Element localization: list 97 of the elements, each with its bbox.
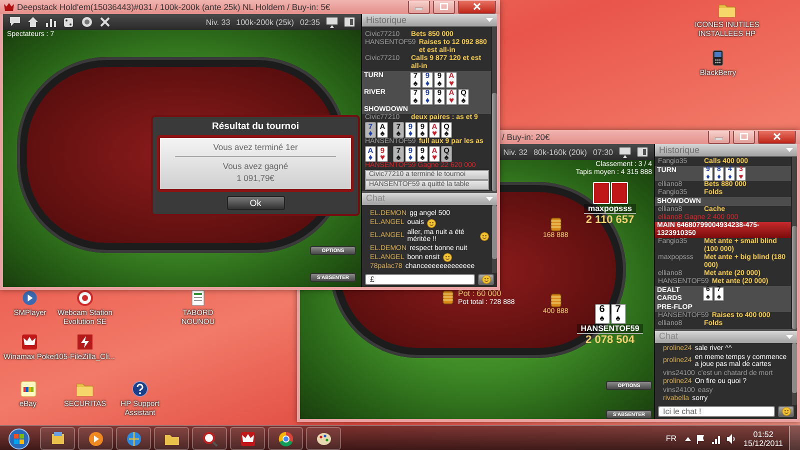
taskbar-button[interactable] bbox=[192, 427, 227, 450]
close-button[interactable] bbox=[758, 130, 796, 144]
emoji-button[interactable] bbox=[478, 274, 494, 285]
dice-icon[interactable] bbox=[63, 16, 75, 28]
taskbar-button[interactable] bbox=[230, 427, 265, 450]
close-icon bbox=[473, 3, 481, 10]
close-button[interactable] bbox=[458, 0, 496, 14]
maximize-button[interactable] bbox=[733, 130, 755, 144]
panel-header[interactable]: Historique bbox=[362, 14, 497, 27]
clock-time[interactable]: 01:52 bbox=[753, 430, 774, 438]
bar-chart-icon[interactable] bbox=[45, 16, 57, 28]
tools-icon[interactable] bbox=[99, 16, 111, 28]
result-message: Vous avez gagné bbox=[222, 161, 288, 171]
monitor-icon[interactable] bbox=[619, 146, 631, 158]
language-indicator[interactable]: FR bbox=[666, 434, 677, 443]
taskbar-button[interactable] bbox=[268, 427, 303, 450]
globe-icon bbox=[126, 430, 142, 446]
card-back bbox=[610, 182, 628, 204]
chip-stack-icon bbox=[550, 216, 562, 232]
clock-date[interactable]: 15/12/2011 bbox=[744, 438, 783, 448]
crown-icon bbox=[4, 2, 14, 12]
player-name: HANSENTOF59 bbox=[576, 324, 644, 334]
home-icon[interactable] bbox=[27, 16, 39, 28]
help-icon[interactable] bbox=[132, 381, 148, 397]
prize-amount: 1 091,79€ bbox=[236, 173, 274, 183]
clock-text: 02:35 bbox=[300, 18, 320, 26]
blinds-text: 100k-200k (25k) bbox=[236, 18, 294, 26]
chip-count: 2 078 504 bbox=[586, 334, 634, 346]
palette-icon bbox=[316, 430, 332, 446]
pot-text: Pot : 60 000 bbox=[458, 289, 502, 298]
window-title: / Buy-in: 20€ bbox=[502, 132, 551, 142]
wheel-icon bbox=[278, 430, 294, 446]
webcam-icon[interactable] bbox=[77, 290, 93, 306]
coin-icon[interactable] bbox=[81, 16, 93, 28]
level-text: Niv. 33 bbox=[206, 18, 230, 26]
panel-title: Chat bbox=[659, 333, 678, 341]
speaker-icon[interactable] bbox=[726, 434, 736, 444]
magnifier-icon bbox=[202, 430, 218, 446]
panel-title: Historique bbox=[366, 16, 407, 24]
scrollbar[interactable] bbox=[792, 343, 797, 405]
panel-header[interactable]: Chat bbox=[362, 193, 497, 205]
library-icon bbox=[50, 430, 66, 446]
phone-icon[interactable] bbox=[712, 50, 724, 66]
window-icon[interactable] bbox=[344, 17, 355, 27]
show-desktop-button[interactable] bbox=[789, 426, 800, 450]
smiley-icon bbox=[482, 275, 490, 284]
signal-icon[interactable] bbox=[710, 434, 721, 444]
panel-title: Historique bbox=[659, 146, 700, 154]
maximize-icon bbox=[440, 3, 448, 10]
shopping-icon[interactable] bbox=[20, 381, 36, 397]
window-icon[interactable] bbox=[637, 147, 648, 157]
play-icon bbox=[88, 430, 104, 446]
clock-text: 07:30 bbox=[592, 148, 613, 156]
window-title: Deepstack Hold'em(15036443)#031 / 100k-200k (ante 25k) NL Holdem / Buy-in: 5€ bbox=[17, 2, 332, 12]
player-name: maxpopsss bbox=[584, 204, 636, 214]
emoji-button[interactable] bbox=[778, 406, 794, 417]
panel-title: Chat bbox=[366, 195, 386, 203]
chip-stack-icon bbox=[550, 292, 562, 308]
minimize-button[interactable] bbox=[708, 130, 730, 144]
play-icon[interactable] bbox=[22, 290, 38, 306]
monitor-icon[interactable] bbox=[326, 16, 338, 28]
close-icon bbox=[773, 133, 781, 140]
taskbar-button[interactable] bbox=[40, 427, 75, 450]
playing-card: 6 ♠ bbox=[594, 304, 610, 324]
card-back bbox=[592, 182, 610, 204]
taskbar-button[interactable] bbox=[116, 427, 151, 450]
chip-stack-icon bbox=[442, 289, 454, 305]
result-message: Vous avez terminé 1er bbox=[213, 142, 298, 152]
minimize-button[interactable] bbox=[408, 0, 430, 14]
scrollbar[interactable] bbox=[791, 157, 797, 329]
panel-header[interactable]: Historique bbox=[655, 144, 797, 157]
taskbar-button[interactable] bbox=[78, 427, 113, 450]
taskbar-button[interactable] bbox=[154, 427, 189, 450]
windows-logo-icon bbox=[8, 428, 30, 450]
maximize-icon bbox=[740, 133, 748, 140]
chat-input[interactable]: £ bbox=[365, 274, 475, 285]
chip-count: 2 110 657 bbox=[586, 214, 634, 226]
maximize-button[interactable] bbox=[433, 0, 455, 14]
scrollbar[interactable] bbox=[492, 205, 497, 273]
taskbar-button[interactable] bbox=[306, 427, 341, 450]
start-button[interactable] bbox=[6, 428, 32, 450]
caret-icon[interactable] bbox=[684, 436, 691, 440]
spreadsheet-icon[interactable] bbox=[191, 290, 205, 306]
lightning-icon[interactable] bbox=[77, 334, 93, 350]
crown-icon[interactable] bbox=[22, 334, 38, 350]
smiley-icon bbox=[782, 407, 790, 416]
chat-input[interactable]: Ici le chat ! bbox=[658, 406, 775, 417]
panel-header[interactable]: Chat bbox=[655, 331, 797, 343]
dialog-title: Résultat du tournoi bbox=[210, 120, 300, 134]
flag-icon[interactable] bbox=[696, 434, 706, 444]
blinds-text: 80k-160k (20k) bbox=[534, 148, 587, 156]
playing-card: 7 ♠ bbox=[610, 304, 626, 324]
crown-icon bbox=[240, 430, 256, 446]
level-text: Niv. 32 bbox=[503, 148, 528, 156]
chat-icon[interactable] bbox=[9, 16, 21, 28]
scrollbar[interactable] bbox=[491, 27, 497, 191]
ok-button[interactable]: Ok bbox=[226, 196, 284, 210]
